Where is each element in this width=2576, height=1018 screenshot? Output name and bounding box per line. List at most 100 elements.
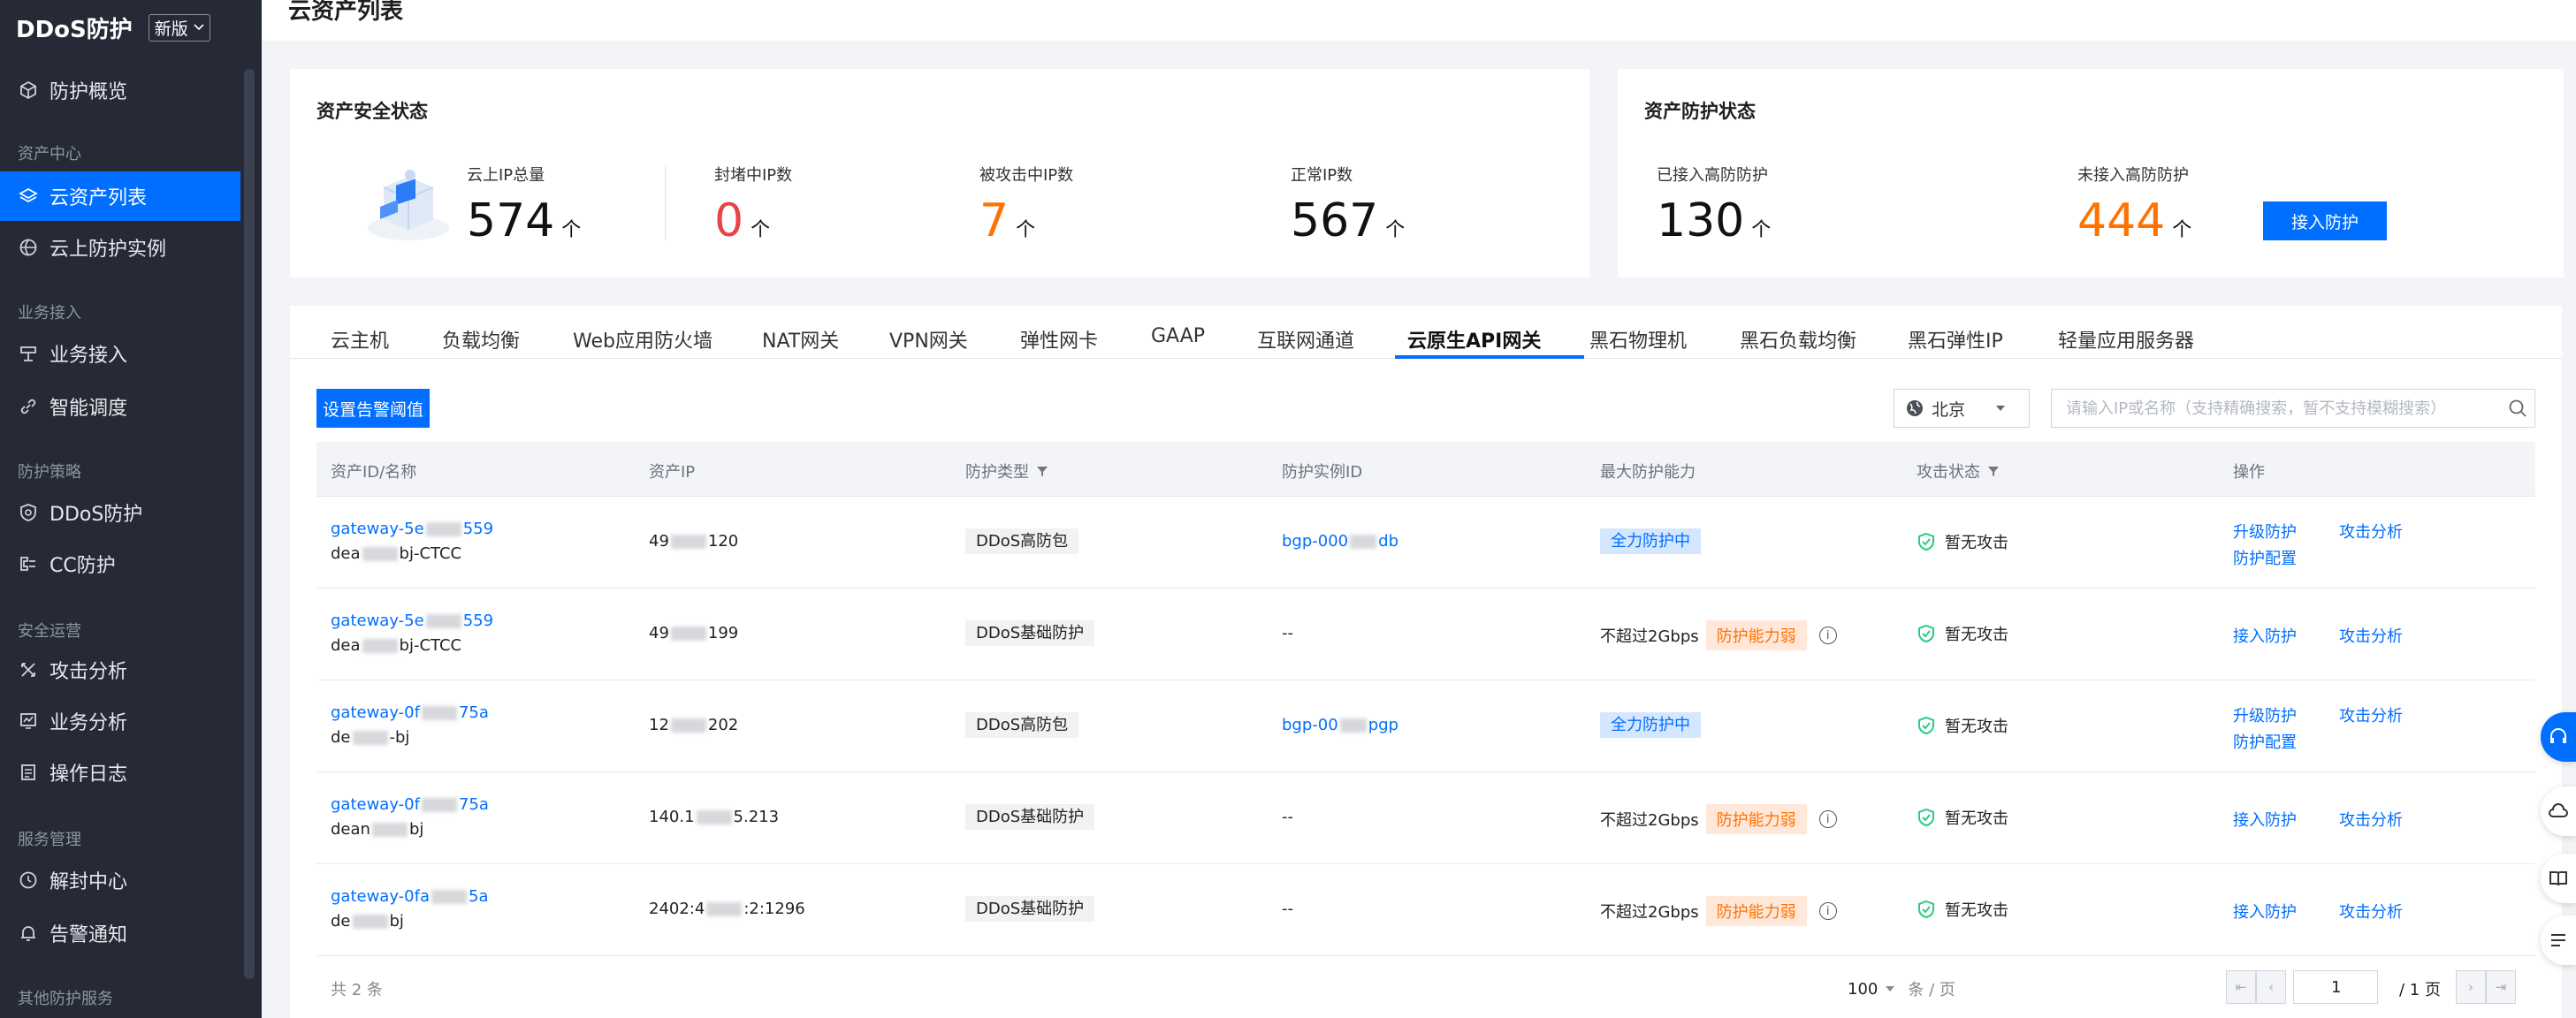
first-page-button[interactable]: ⇤ — [2226, 970, 2256, 1004]
tab-gaap[interactable]: GAAP — [1151, 325, 1205, 347]
asset-id-suffix: 5a — [469, 887, 489, 906]
protection-type-tag: DDoS基础防护 — [965, 896, 1095, 922]
column-header-attack-status[interactable]: 攻击状态 — [1917, 460, 2000, 482]
caret-down-icon — [1996, 406, 2006, 411]
sidebar-item-cc[interactable]: CC防护 — [0, 539, 240, 589]
total-ip-count: 574 个 — [467, 198, 581, 244]
tab-bm-eip[interactable]: 黑石弹性IP — [1908, 325, 2003, 353]
attack-analysis-link[interactable]: 攻击分析 — [2339, 520, 2403, 543]
tab-bm-server[interactable]: 黑石物理机 — [1589, 325, 1687, 353]
set-alert-threshold-button[interactable]: 设置告警阈值 — [316, 389, 430, 428]
shield-check-icon — [1918, 716, 1934, 735]
asset-ip: 49 199 — [649, 624, 738, 642]
stat-unit: 个 — [751, 219, 771, 241]
asset-id-link[interactable]: gateway-5e 559 — [331, 520, 493, 538]
sidebar-item-cloud-instances[interactable]: 云上防护实例 — [0, 223, 240, 272]
search-input[interactable] — [2066, 399, 2499, 418]
page-number-input[interactable]: 1 — [2293, 970, 2378, 1004]
op-primary-link[interactable]: 接入防护 — [2233, 624, 2297, 647]
attack-analysis-link[interactable]: 攻击分析 — [2339, 900, 2403, 923]
asset-name: dea bj-CTCC — [331, 544, 461, 563]
sidebar-item-operation-log[interactable]: 操作日志 — [0, 748, 240, 797]
sidebar-item-overview[interactable]: 防护概览 — [0, 65, 240, 115]
tab-internet-channel[interactable]: 互联网通道 — [1257, 325, 1354, 353]
instance-id-link[interactable]: bgp-00 pgp — [1282, 716, 1399, 734]
asset-ip: 49 120 — [649, 532, 738, 551]
globe-icon — [1907, 400, 1923, 416]
asset-name: dean bj — [331, 820, 423, 839]
op-primary-link[interactable]: 接入防护 — [2233, 808, 2297, 831]
connect-protection-button[interactable]: 接入防护 — [2263, 201, 2387, 240]
asset-id-link[interactable]: gateway-0f 75a — [331, 703, 489, 722]
sidebar-item-attack-analysis[interactable]: 攻击分析 — [0, 645, 240, 695]
sidebar-item-cloud-assets[interactable]: 云资产列表 — [0, 171, 240, 221]
protection-type-tag: DDoS高防包 — [965, 712, 1079, 738]
protection-type-tag: DDoS基础防护 — [965, 620, 1095, 646]
asset-id-link[interactable]: gateway-0f 75a — [331, 795, 489, 814]
column-header-instance: 防护实例ID — [1282, 463, 1363, 482]
asset-name-prefix: de — [331, 728, 351, 747]
attack-analysis-link[interactable]: 攻击分析 — [2339, 808, 2403, 831]
asset-id-link[interactable]: gateway-5e 559 — [331, 612, 493, 630]
asset-type-tabs: 云主机 负载均衡 Web应用防火墙 NAT网关 VPN网关 弹性网卡 GAAP … — [290, 306, 2562, 359]
asset-name-suffix: bj-CTCC — [399, 636, 462, 655]
page-size-select[interactable]: 100 条 / 页 — [1848, 977, 1955, 1000]
max-capacity: 不超过2Gbps 防护能力弱 i — [1600, 804, 1837, 834]
sidebar-item-ddos[interactable]: DDoS防护 — [0, 488, 240, 537]
weak-protection-tag: 防护能力弱 — [1705, 804, 1807, 834]
search-icon[interactable] — [2508, 399, 2527, 418]
tab-vpn[interactable]: VPN网关 — [889, 325, 968, 353]
op-primary-link[interactable]: 接入防护 — [2233, 900, 2297, 923]
tab-clb[interactable]: 负载均衡 — [442, 325, 520, 353]
sidebar-item-alert[interactable]: 告警通知 — [0, 908, 240, 958]
stat-unit: 个 — [1016, 219, 1036, 241]
attack-analysis-link[interactable]: 攻击分析 — [2339, 703, 2403, 726]
filter-icon[interactable] — [1987, 465, 2000, 477]
tab-nat[interactable]: NAT网关 — [762, 325, 839, 353]
redacted — [696, 810, 732, 824]
redacted — [425, 522, 461, 536]
next-page-button[interactable]: › — [2456, 970, 2486, 1004]
tab-eni[interactable]: 弹性网卡 — [1020, 325, 1098, 353]
sidebar-scrollbar[interactable] — [244, 69, 255, 979]
instance-id-link[interactable]: bgp-000 db — [1282, 532, 1399, 551]
last-page-button[interactable]: ⇥ — [2486, 970, 2516, 1004]
sidebar-header: DDoS防护 新版 — [0, 0, 262, 55]
sidebar-item-access[interactable]: 业务接入 — [0, 329, 240, 378]
shield-check-icon — [1918, 624, 1934, 643]
full-protection-tag: 全力防护中 — [1600, 712, 1701, 738]
asset-id-link[interactable]: gateway-0fa 5a — [331, 887, 488, 906]
redacted — [362, 639, 398, 653]
protection-type-tag: DDoS高防包 — [965, 528, 1079, 554]
info-icon[interactable]: i — [1818, 902, 1837, 920]
unprotected-count: 444 个 — [2077, 198, 2191, 244]
info-icon[interactable]: i — [1818, 810, 1837, 828]
op-primary-link[interactable]: 升级防护 — [2233, 520, 2297, 543]
tab-lighthouse[interactable]: 轻量应用服务器 — [2058, 325, 2194, 353]
card-title: 资产安全状态 — [316, 101, 428, 122]
sidebar-item-unblock[interactable]: 解封中心 — [0, 855, 240, 905]
tab-cvm[interactable]: 云主机 — [331, 325, 389, 353]
stat-unit: 个 — [1385, 219, 1406, 241]
filter-icon[interactable] — [1036, 465, 1048, 477]
asset-id-suffix: 75a — [458, 703, 489, 722]
protection-config-link[interactable]: 防护配置 — [2233, 546, 2297, 569]
ip-suffix: 120 — [707, 532, 739, 551]
prev-page-button[interactable]: ‹ — [2256, 970, 2286, 1004]
headset-icon — [2550, 728, 2566, 743]
attack-analysis-link[interactable]: 攻击分析 — [2339, 624, 2403, 647]
tab-waf[interactable]: Web应用防火墙 — [573, 325, 713, 353]
sidebar-item-scheduling[interactable]: 智能调度 — [0, 382, 240, 431]
version-switch[interactable]: 新版 — [148, 13, 210, 42]
column-header-type[interactable]: 防护类型 — [965, 460, 1048, 482]
info-icon[interactable]: i — [1818, 627, 1837, 644]
protection-config-link[interactable]: 防护配置 — [2233, 730, 2297, 753]
op-primary-link[interactable]: 升级防护 — [2233, 703, 2297, 726]
asset-ip: 2402:4:2:1296 — [649, 900, 805, 918]
sidebar-item-label: 防护概览 — [50, 81, 128, 103]
region-select[interactable]: 北京 — [1894, 389, 2030, 428]
sidebar-item-business-analysis[interactable]: 业务分析 — [0, 696, 240, 746]
tab-bm-clb[interactable]: 黑石负载均衡 — [1740, 325, 1856, 353]
tab-cloud-native-api-gateway[interactable]: 云原生API网关 — [1407, 325, 1541, 353]
stat-unit: 个 — [2172, 219, 2192, 241]
